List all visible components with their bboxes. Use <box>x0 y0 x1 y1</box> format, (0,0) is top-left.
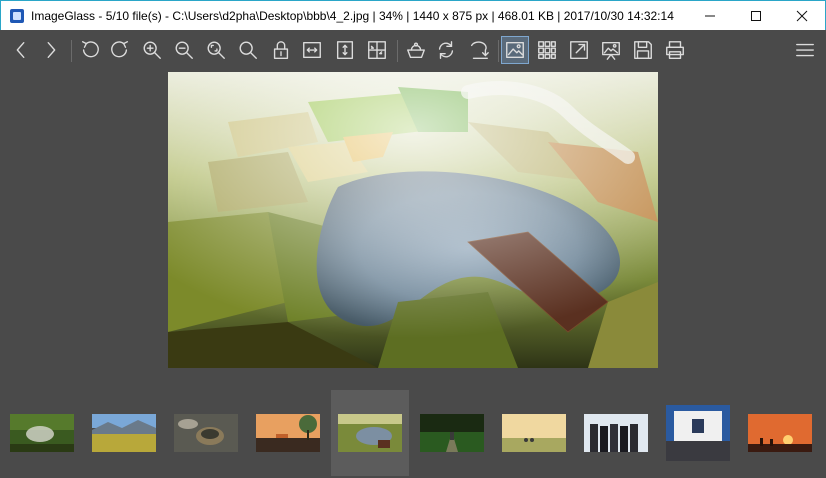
save-icon <box>634 41 652 59</box>
printer-icon <box>666 41 684 59</box>
thumbnail-4[interactable] <box>249 390 327 476</box>
rotate-right-button[interactable] <box>106 36 134 64</box>
maximize-icon <box>751 10 761 21</box>
scale-to-width-button[interactable] <box>298 36 326 64</box>
rotate-right-icon <box>111 41 129 58</box>
checkerboard-button[interactable] <box>533 36 561 64</box>
zoom-out-button[interactable] <box>170 36 198 64</box>
hamburger-menu-icon <box>796 43 814 57</box>
main-image <box>168 72 658 368</box>
rotate-left-button[interactable] <box>76 36 104 64</box>
toolbar-separator <box>498 40 499 62</box>
lock-zoom-button[interactable] <box>267 36 295 64</box>
maximize-button[interactable] <box>733 1 779 31</box>
thumbnail-3[interactable] <box>167 390 245 476</box>
toolbar <box>0 30 826 70</box>
convert-button[interactable] <box>629 36 657 64</box>
next-image-button[interactable] <box>37 36 65 64</box>
fullscreen-icon <box>570 41 588 59</box>
close-icon <box>796 10 808 21</box>
zoom-out-icon <box>175 41 193 59</box>
thumbnail-2[interactable] <box>85 390 163 476</box>
chevron-left-icon <box>16 41 25 59</box>
fit-width-icon <box>303 41 321 59</box>
close-button[interactable] <box>779 1 825 31</box>
open-file-button[interactable] <box>402 36 430 64</box>
thumbnail-bar <box>0 388 826 478</box>
lock-icon <box>273 41 289 59</box>
fullscreen-button[interactable] <box>565 36 593 64</box>
thumbnail-7[interactable] <box>495 390 573 476</box>
slideshow-button[interactable] <box>597 36 625 64</box>
image-viewer[interactable] <box>0 70 826 388</box>
auto-zoom-button[interactable] <box>363 36 391 64</box>
imageglass-logo-icon <box>10 8 24 23</box>
thumbnail-bar-button[interactable] <box>501 36 529 64</box>
thumbnail-5-selected[interactable] <box>331 390 409 476</box>
rotate-left-icon <box>81 41 99 58</box>
thumbnail-9[interactable] <box>659 390 737 476</box>
zoom-fit-icon <box>207 41 225 59</box>
refresh-button[interactable] <box>432 36 460 64</box>
fit-height-icon <box>336 41 354 59</box>
minimize-button[interactable] <box>687 1 733 31</box>
minimize-icon <box>705 15 715 16</box>
refresh-icon <box>438 41 454 59</box>
slideshow-icon <box>602 41 620 60</box>
title-bar: ImageGlass - 5/10 file(s) - C:\Users\d2p… <box>0 0 826 30</box>
toolbar-separator <box>71 40 72 62</box>
magnifier-icon <box>239 41 257 59</box>
scale-to-height-button[interactable] <box>331 36 359 64</box>
thumbnail-8[interactable] <box>577 390 655 476</box>
basket-icon <box>407 42 425 59</box>
actual-size-button[interactable] <box>234 36 262 64</box>
print-button[interactable] <box>661 36 689 64</box>
grid-icon <box>538 41 556 59</box>
thumbnail-1[interactable] <box>3 390 81 476</box>
window-title: ImageGlass - 5/10 file(s) - C:\Users\d2p… <box>31 8 674 23</box>
zoom-in-button[interactable] <box>138 36 166 64</box>
zoom-in-icon <box>143 41 161 59</box>
thumbnail-10[interactable] <box>741 390 819 476</box>
toolbar-separator <box>397 40 398 62</box>
main-menu-button[interactable] <box>791 36 819 64</box>
thumbnail-6[interactable] <box>413 390 491 476</box>
auto-zoom-icon <box>368 41 386 59</box>
previous-image-button[interactable] <box>7 36 35 64</box>
scale-to-fit-button[interactable] <box>202 36 230 64</box>
image-icon <box>506 41 524 59</box>
chevron-right-icon <box>47 41 56 59</box>
goto-icon <box>470 41 489 59</box>
go-to-image-button[interactable] <box>465 36 493 64</box>
